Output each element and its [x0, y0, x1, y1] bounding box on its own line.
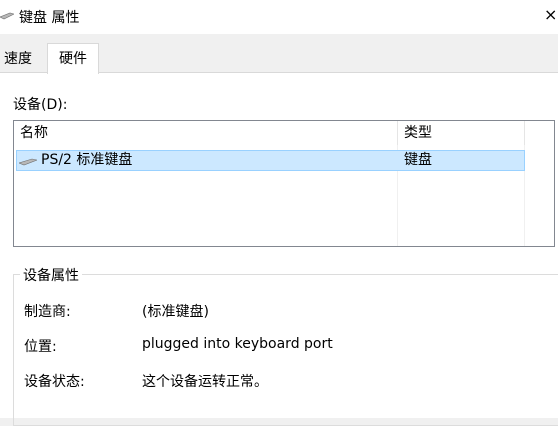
- tab-strip: 速度 硬件: [0, 34, 558, 74]
- tab-speed[interactable]: 速度: [0, 46, 48, 71]
- column-header-name[interactable]: 名称: [14, 121, 398, 145]
- location-label: 位置:: [24, 339, 57, 355]
- group-title: 设备属性: [20, 265, 82, 285]
- window-title: 键盘 属性: [19, 10, 80, 26]
- device-status-value: 这个设备运转正常。: [142, 374, 268, 390]
- title-bar: 键盘 属性 ×: [0, 0, 558, 34]
- tab-hardware[interactable]: 硬件: [47, 43, 99, 74]
- devices-list[interactable]: 名称 类型 PS/2 标准键盘 键盘: [13, 120, 555, 247]
- column-header-type[interactable]: 类型: [398, 121, 525, 145]
- device-row-ps2-keyboard[interactable]: PS/2 标准键盘 键盘: [16, 150, 525, 171]
- keyboard-icon: [0, 12, 14, 20]
- hardware-panel: 设备(D): 名称 类型 PS/2 标准键盘 键盘 设备属性 制造商: (标准键…: [0, 72, 558, 426]
- list-header: 名称 类型: [14, 121, 554, 145]
- device-type: 键盘: [404, 152, 432, 168]
- close-button[interactable]: ×: [544, 0, 558, 30]
- device-name: PS/2 标准键盘: [41, 152, 133, 168]
- device-status-label: 设备状态:: [24, 374, 85, 390]
- devices-label: 设备(D):: [13, 97, 68, 113]
- keyboard-icon: [19, 158, 37, 166]
- manufacturer-value: (标准键盘): [142, 304, 209, 320]
- location-value: plugged into keyboard port: [142, 336, 333, 352]
- manufacturer-label: 制造商:: [24, 304, 71, 320]
